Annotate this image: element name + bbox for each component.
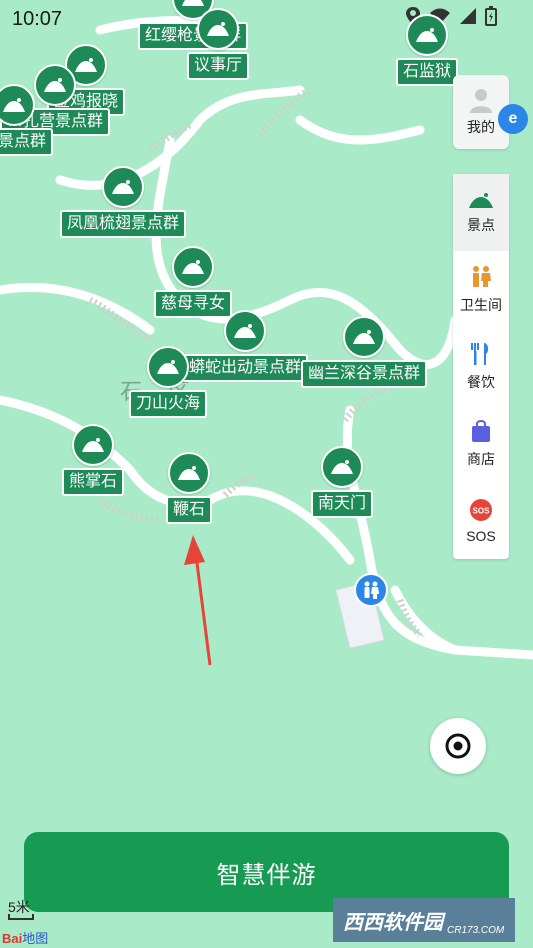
annotation-arrow (184, 535, 212, 666)
baidu-logo: Bai地图 (2, 931, 49, 946)
watermark-logo: 西西软件园 CR173.COM (333, 898, 515, 942)
map-screen[interactable]: 10:07 石…区 红缨枪景点群议事厅石监狱金鸡报晓…扎营景点群厅景点群凤凰梳翅… (0, 0, 533, 948)
map-scale-bar (8, 914, 34, 920)
